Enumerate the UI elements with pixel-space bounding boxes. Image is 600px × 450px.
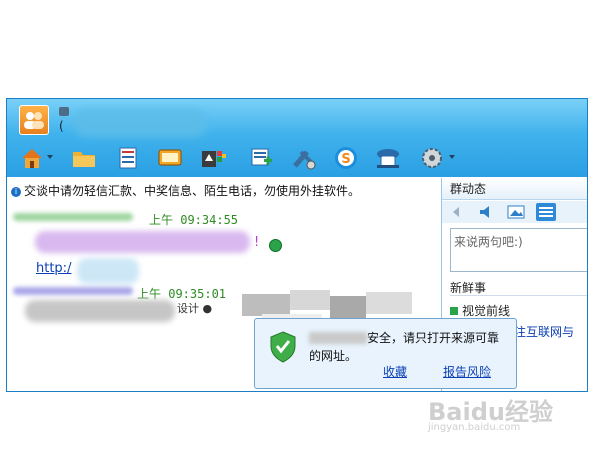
panel-tabs [442,201,587,223]
safety-notice-text: 交谈中请勿轻信汇款、中奖信息、陌生电话，勿使用外挂软件。 [24,184,361,198]
divider [450,295,587,296]
home-icon[interactable] [17,143,47,173]
image-icon[interactable] [506,203,526,221]
say-something-placeholder: 来说两句吧:) [454,235,523,249]
message-link[interactable]: http:/ [36,261,71,276]
toolbar: S [17,143,577,173]
blurred-link [77,258,139,284]
list-icon[interactable] [536,203,556,221]
tools-icon[interactable] [289,143,319,173]
blurred-text [309,332,367,344]
group-avatar[interactable] [19,105,49,135]
status-icon [59,107,69,116]
settings-icon[interactable] [417,143,447,173]
message-end: ! [254,235,260,250]
news-item-label: 视觉前线 [462,304,511,318]
blurred-message [25,300,175,322]
info-icon: i [11,187,21,197]
safety-notice: i 交谈中请勿轻信汇款、中奖信息、陌生电话，勿使用外挂软件。 [11,182,360,199]
blurred-sender [13,213,133,221]
assistant-icon[interactable] [373,143,403,173]
folder-icon[interactable] [69,143,99,173]
blurred-message [35,231,250,253]
news-title: 新鲜事 [450,281,487,295]
panel-title: 群动态 [442,178,587,200]
tv-icon[interactable] [155,143,185,173]
prev-arrow-icon[interactable] [446,203,466,221]
speaker-icon[interactable] [476,203,496,221]
settings-caret-icon[interactable] [449,155,455,159]
message-fragment: 设计 ● [177,302,213,315]
svg-text:S: S [341,152,350,167]
watermark: Baidu经验 jingyan.baidu.com [428,392,578,436]
message-add-icon[interactable] [247,143,277,173]
blurred-group-name [73,109,208,137]
people-icon [24,112,44,129]
watermark-url: jingyan.baidu.com [428,422,521,433]
news-bullet-icon [450,307,458,315]
news-link[interactable]: 注互联网与 [514,323,574,340]
say-something-input[interactable]: 来说两句吧:) [450,228,587,272]
message-time: 上午 09:34:55 [149,213,239,227]
blurred-sender [13,287,133,295]
news-item[interactable]: 视觉前线 [450,302,510,319]
notebook-icon[interactable] [113,143,143,173]
soso-icon[interactable]: S [331,143,361,173]
bookmark-link[interactable]: 收藏 [383,363,407,380]
home-caret-icon[interactable] [47,155,53,159]
title-paren: ( [59,119,64,133]
apps-icon[interactable] [199,143,229,173]
title-bar: ( S [7,99,587,177]
security-message: 安全，请只打开来源可靠的网址。 [309,329,509,365]
security-popup: 安全，请只打开来源可靠的网址。 收藏 报告风险 [254,318,517,389]
report-risk-link[interactable]: 报告风险 [443,363,491,380]
verified-icon [269,239,282,252]
shield-icon [269,331,297,367]
